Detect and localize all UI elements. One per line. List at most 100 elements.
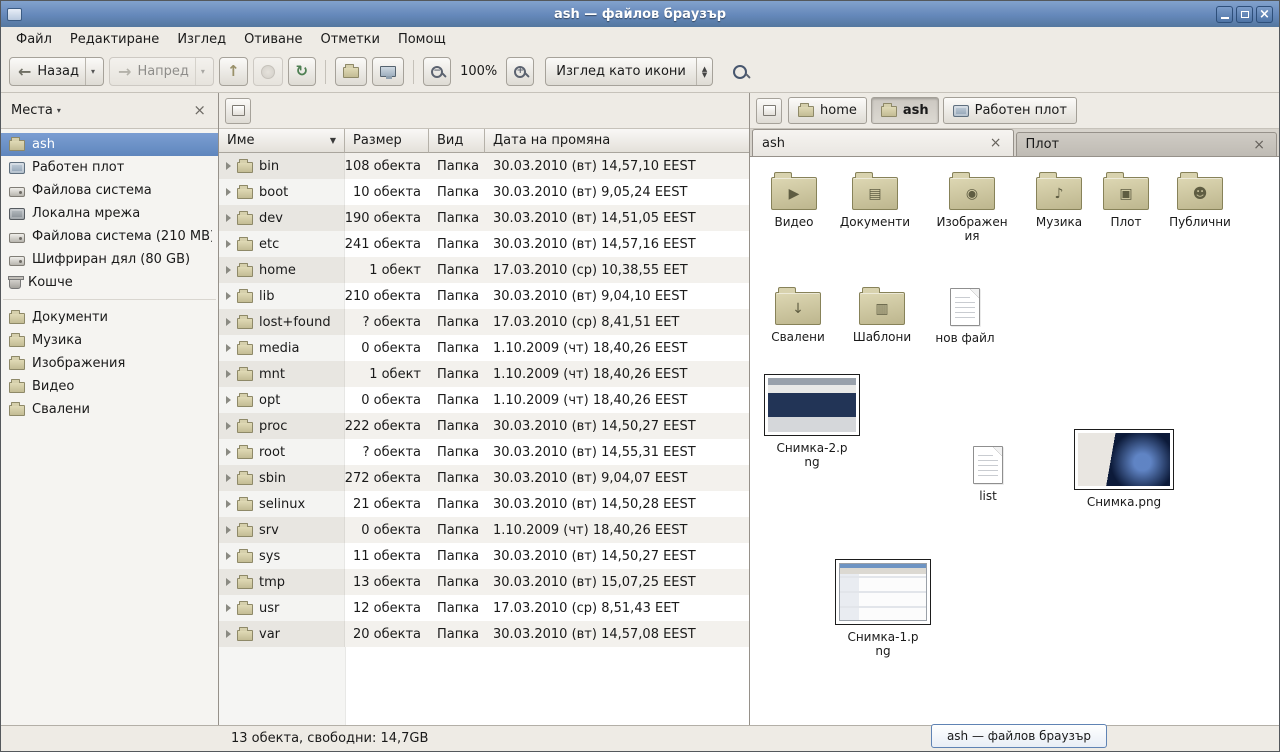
pane-location-button[interactable]	[225, 98, 251, 124]
computer-button[interactable]	[372, 57, 404, 86]
table-row[interactable]: srv 0 обекта Папка 1.10.2009 (чт) 18,40,…	[219, 517, 749, 543]
column-header-name[interactable]: Име▼	[219, 129, 345, 153]
sidebar-item[interactable]: Изображения	[1, 352, 218, 375]
file-icon-item[interactable]: Снимка.png	[1080, 429, 1168, 509]
tab[interactable]: ash ×	[752, 129, 1014, 156]
table-row[interactable]: sbin 272 обекта Папка 30.03.2010 (вт) 9,…	[219, 465, 749, 491]
places-title[interactable]: Места	[11, 103, 53, 118]
table-row[interactable]: boot 10 обекта Папка 30.03.2010 (вт) 9,0…	[219, 179, 749, 205]
back-button[interactable]: ← Назад ▾	[9, 57, 104, 86]
file-icon-item[interactable]: Снимка-2.png	[768, 374, 856, 470]
sidebar-item[interactable]: Шифриран дял (80 GB)	[1, 248, 218, 271]
file-icon-item[interactable]: ◉ Изображения	[928, 170, 1016, 244]
column-header-type[interactable]: Вид	[429, 129, 485, 153]
table-row[interactable]: lib 210 обекта Папка 30.03.2010 (вт) 9,0…	[219, 283, 749, 309]
file-icon-item[interactable]: ☻ Публични	[1156, 170, 1244, 229]
column-header-date[interactable]: Дата на промяна	[485, 129, 749, 153]
expander-icon[interactable]	[226, 552, 231, 560]
breadcrumb-button[interactable]: Работен плот	[943, 97, 1077, 124]
minimize-button[interactable]	[1216, 6, 1233, 23]
table-row[interactable]: lost+found ? обекта Папка 17.03.2010 (ср…	[219, 309, 749, 335]
expander-icon[interactable]	[226, 292, 231, 300]
table-row[interactable]: var 20 обекта Папка 30.03.2010 (вт) 14,5…	[219, 621, 749, 647]
stop-button[interactable]	[253, 57, 283, 86]
up-button[interactable]: ↑	[219, 57, 248, 86]
home-button[interactable]	[335, 57, 367, 86]
maximize-button[interactable]	[1236, 6, 1253, 23]
file-icon-item[interactable]: list	[944, 443, 1032, 503]
tab-close-icon[interactable]: ×	[988, 136, 1004, 150]
expander-icon[interactable]	[226, 162, 231, 170]
view-mode-select[interactable]: Изглед като икони ▲▼	[545, 57, 713, 86]
close-button[interactable]: ×	[1256, 6, 1273, 23]
breadcrumb-button[interactable]: ash	[871, 97, 939, 124]
file-icon-item[interactable]: ▤ Документи	[831, 170, 919, 229]
file-icon-item[interactable]: Снимка-1.png	[839, 559, 927, 659]
file-icon-item[interactable]: нов файл	[921, 285, 1009, 345]
table-row[interactable]: mnt 1 обект Папка 1.10.2009 (чт) 18,40,2…	[219, 361, 749, 387]
zoom-out-button[interactable]: −	[423, 57, 451, 86]
forward-button[interactable]: → Напред ▾	[109, 57, 214, 86]
tab[interactable]: Плот ×	[1016, 132, 1278, 156]
sidebar-item[interactable]: ash	[1, 133, 218, 156]
column-header-size[interactable]: Размер	[345, 129, 429, 153]
expander-icon[interactable]	[226, 318, 231, 326]
table-row[interactable]: root ? обекта Папка 30.03.2010 (вт) 14,5…	[219, 439, 749, 465]
sidebar-item[interactable]: Работен плот	[1, 156, 218, 179]
menu-item[interactable]: Изглед	[168, 30, 235, 49]
menu-item[interactable]: Отиване	[235, 30, 311, 49]
expander-icon[interactable]	[226, 578, 231, 586]
expander-icon[interactable]	[226, 422, 231, 430]
expander-icon[interactable]	[226, 266, 231, 274]
taskbar-window-button[interactable]: ash — файлов браузър	[931, 724, 1107, 748]
table-row[interactable]: dev 190 обекта Папка 30.03.2010 (вт) 14,…	[219, 205, 749, 231]
table-row[interactable]: sys 11 обекта Папка 30.03.2010 (вт) 14,5…	[219, 543, 749, 569]
menu-item[interactable]: Редактиране	[61, 30, 168, 49]
expander-icon[interactable]	[226, 370, 231, 378]
file-icon-item[interactable]: ▶ Видео	[750, 170, 838, 229]
sidebar-item[interactable]: Файлова система (210 MB)	[1, 225, 218, 248]
sidebar-item[interactable]: Локална мрежа	[1, 202, 218, 225]
menu-item[interactable]: Отметки	[311, 30, 388, 49]
table-row[interactable]: bin 108 обекта Папка 30.03.2010 (вт) 14,…	[219, 153, 749, 179]
menu-item[interactable]: Файл	[7, 30, 61, 49]
expander-icon[interactable]	[226, 188, 231, 196]
places-chevron-icon[interactable]: ▾	[57, 106, 61, 115]
expander-icon[interactable]	[226, 526, 231, 534]
table-row[interactable]: home 1 обект Папка 17.03.2010 (ср) 10,38…	[219, 257, 749, 283]
table-row[interactable]: proc 222 обекта Папка 30.03.2010 (вт) 14…	[219, 413, 749, 439]
sidebar-item[interactable]: Свалени	[1, 398, 218, 421]
expander-icon[interactable]	[226, 604, 231, 612]
sidebar-close-button[interactable]: ×	[187, 103, 212, 118]
expander-icon[interactable]	[226, 474, 231, 482]
table-row[interactable]: usr 12 обекта Папка 17.03.2010 (ср) 8,51…	[219, 595, 749, 621]
expander-icon[interactable]	[226, 240, 231, 248]
expander-icon[interactable]	[226, 500, 231, 508]
sidebar-item[interactable]: Файлова система	[1, 179, 218, 202]
tab-close-icon[interactable]: ×	[1251, 138, 1267, 152]
expander-icon[interactable]	[226, 448, 231, 456]
menu-item[interactable]: Помощ	[389, 30, 455, 49]
expander-icon[interactable]	[226, 344, 231, 352]
table-row[interactable]: opt 0 обекта Папка 1.10.2009 (чт) 18,40,…	[219, 387, 749, 413]
titlebar[interactable]: ash — файлов браузър ×	[1, 1, 1279, 27]
file-icon-item[interactable]: ▥ Шаблони	[838, 285, 926, 344]
table-row[interactable]: selinux 21 обекта Папка 30.03.2010 (вт) …	[219, 491, 749, 517]
sidebar-item[interactable]: Видео	[1, 375, 218, 398]
path-scroll-button[interactable]	[756, 98, 782, 124]
expander-icon[interactable]	[226, 396, 231, 404]
table-row[interactable]: etc 241 обекта Папка 30.03.2010 (вт) 14,…	[219, 231, 749, 257]
expander-icon[interactable]	[226, 630, 231, 638]
sidebar-item[interactable]: Музика	[1, 329, 218, 352]
search-button[interactable]	[726, 57, 754, 86]
zoom-in-button[interactable]: +	[506, 57, 534, 86]
table-row[interactable]: media 0 обекта Папка 1.10.2009 (чт) 18,4…	[219, 335, 749, 361]
forward-history-chevron-icon[interactable]: ▾	[195, 58, 205, 85]
back-history-chevron-icon[interactable]: ▾	[85, 58, 95, 85]
table-row[interactable]: tmp 13 обекта Папка 30.03.2010 (вт) 15,0…	[219, 569, 749, 595]
spinner-arrows-icon[interactable]: ▲▼	[696, 58, 712, 85]
file-icon-item[interactable]: ↓ Свалени	[754, 285, 842, 344]
breadcrumb-button[interactable]: home	[788, 97, 867, 124]
reload-button[interactable]: ↻	[288, 57, 317, 86]
sidebar-item[interactable]: Документи	[1, 306, 218, 329]
